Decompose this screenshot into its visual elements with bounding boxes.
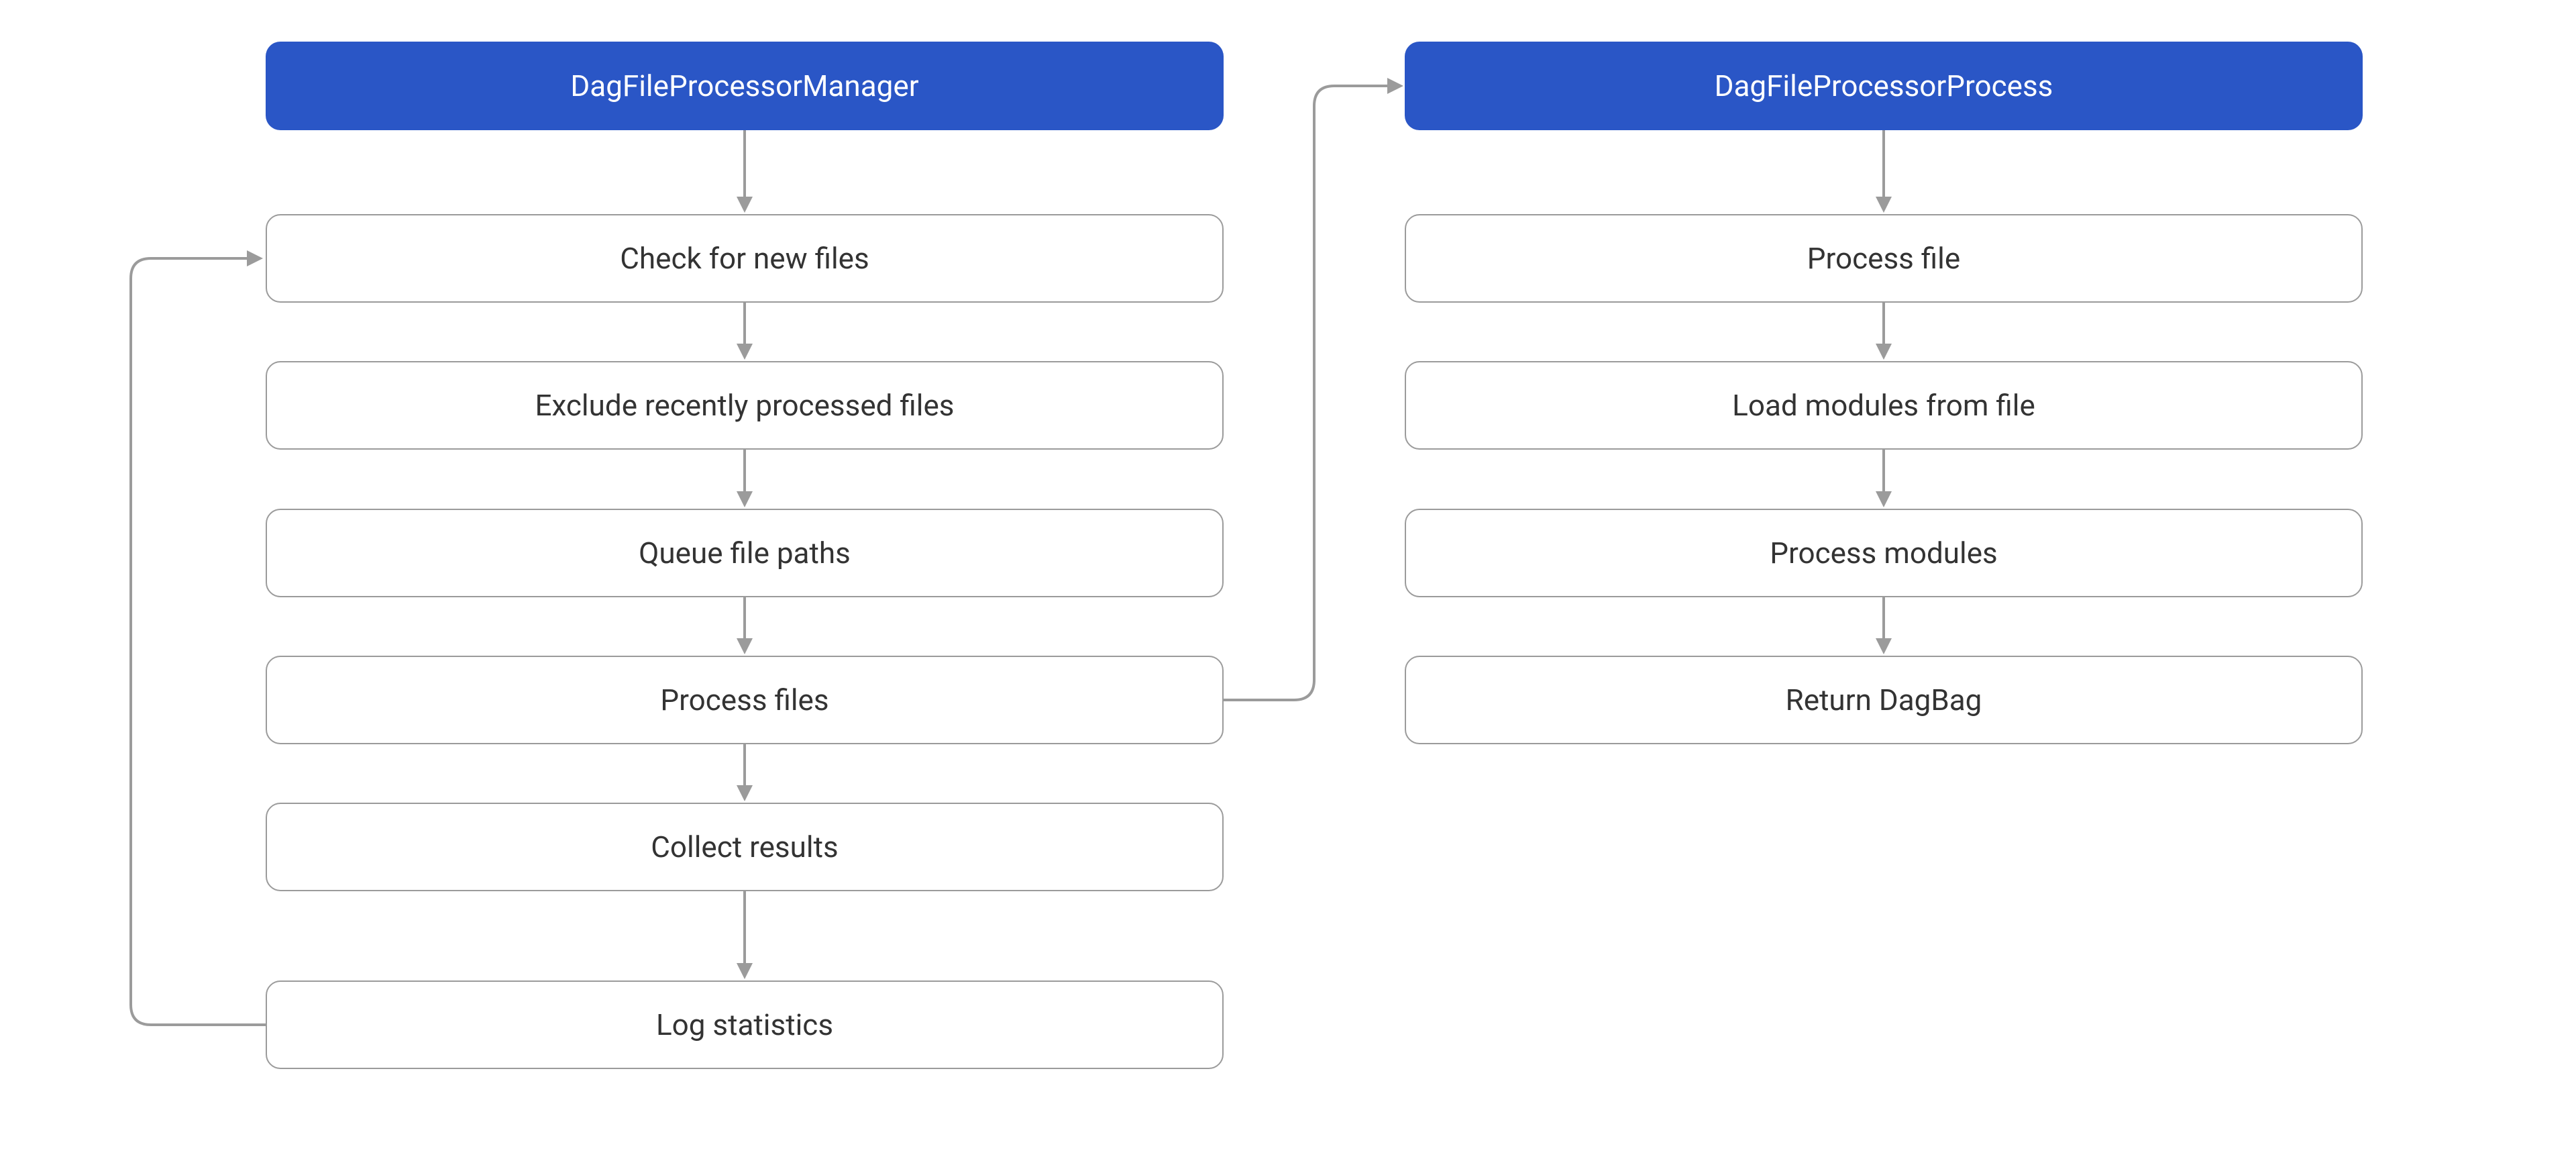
left-step-1: Exclude recently processed files	[266, 361, 1224, 450]
left-step-5: Log statistics	[266, 980, 1224, 1069]
right-step-0: Process file	[1405, 214, 2363, 303]
flow-diagram: DagFileProcessorManager Check for new fi…	[0, 0, 2576, 1157]
left-step-2: Queue file paths	[266, 509, 1224, 597]
left-step-0: Check for new files	[266, 214, 1224, 303]
right-header: DagFileProcessorProcess	[1405, 42, 2363, 130]
right-step-1: Load modules from file	[1405, 361, 2363, 450]
left-step-3: Process files	[266, 656, 1224, 744]
left-step-4: Collect results	[266, 803, 1224, 891]
left-header: DagFileProcessorManager	[266, 42, 1224, 130]
right-step-2: Process modules	[1405, 509, 2363, 597]
right-step-3: Return DagBag	[1405, 656, 2363, 744]
